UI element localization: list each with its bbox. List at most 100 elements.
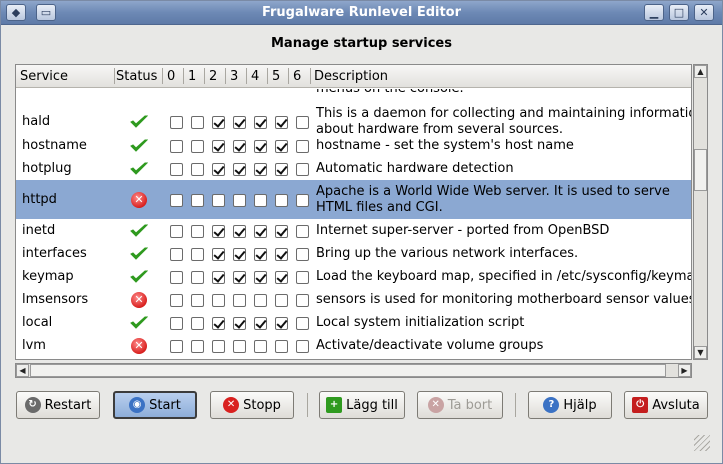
column-header-level-1[interactable]: 1: [188, 69, 196, 84]
runlevel-0-checkbox[interactable]: [170, 248, 183, 261]
runlevel-0-checkbox[interactable]: [170, 271, 183, 284]
help-button[interactable]: ? Hjälp: [528, 391, 612, 419]
runlevel-5-checkbox[interactable]: [275, 225, 288, 238]
service-row-inetd[interactable]: inetd Internet super-server - ported from…: [16, 219, 691, 242]
runlevel-2-checkbox[interactable]: [212, 294, 225, 307]
scroll-right-icon[interactable]: ▶: [678, 364, 691, 377]
runlevel-1-checkbox[interactable]: [191, 340, 204, 353]
resize-grip-icon[interactable]: [694, 435, 710, 451]
runlevel-1-checkbox[interactable]: [191, 248, 204, 261]
runlevel-5-checkbox[interactable]: [275, 340, 288, 353]
runlevel-5-checkbox[interactable]: [275, 248, 288, 261]
scroll-up-icon[interactable]: ▲: [694, 65, 707, 78]
runlevel-2-checkbox[interactable]: [212, 194, 225, 207]
column-header-service[interactable]: Service: [20, 69, 68, 84]
runlevel-3-checkbox[interactable]: [233, 116, 246, 129]
service-row-lvm[interactable]: lvm ✕ Activate/deactivate volume groups: [16, 334, 691, 357]
runlevel-4-checkbox[interactable]: [254, 163, 267, 176]
restart-button[interactable]: ↻ Restart: [16, 391, 100, 419]
stop-button[interactable]: ✕ Stopp: [210, 391, 294, 419]
column-header-level-4[interactable]: 4: [251, 69, 259, 84]
runlevel-1-checkbox[interactable]: [191, 294, 204, 307]
runlevel-4-checkbox[interactable]: [254, 271, 267, 284]
column-header-level-0[interactable]: 0: [167, 69, 175, 84]
runlevel-1-checkbox[interactable]: [191, 225, 204, 238]
runlevel-6-checkbox[interactable]: [296, 163, 309, 176]
maximize-icon[interactable]: □: [669, 4, 689, 21]
runlevel-2-checkbox[interactable]: [212, 163, 225, 176]
runlevel-1-checkbox[interactable]: [191, 194, 204, 207]
runlevel-0-checkbox[interactable]: [170, 340, 183, 353]
runlevel-6-checkbox[interactable]: [296, 294, 309, 307]
quit-button[interactable]: ⏻ Avsluta: [624, 391, 708, 419]
service-row-keymap[interactable]: keymap Load the keyboard map, specified i…: [16, 265, 691, 288]
runlevel-1-checkbox[interactable]: [191, 116, 204, 129]
runlevel-1-checkbox[interactable]: [191, 317, 204, 330]
runlevel-6-checkbox[interactable]: [296, 140, 309, 153]
column-header-level-5[interactable]: 5: [272, 69, 280, 84]
runlevel-6-checkbox[interactable]: [296, 116, 309, 129]
runlevel-2-checkbox[interactable]: [212, 271, 225, 284]
runlevel-0-checkbox[interactable]: [170, 225, 183, 238]
runlevel-3-checkbox[interactable]: [233, 248, 246, 261]
horizontal-scrollbar[interactable]: ◀ ▶: [15, 363, 692, 378]
column-header-level-3[interactable]: 3: [230, 69, 238, 84]
runlevel-0-checkbox[interactable]: [170, 116, 183, 129]
runlevel-1-checkbox[interactable]: [191, 163, 204, 176]
runlevel-6-checkbox[interactable]: [296, 271, 309, 284]
runlevel-1-checkbox[interactable]: [191, 271, 204, 284]
scroll-left-icon[interactable]: ◀: [16, 364, 29, 377]
service-row-hostname[interactable]: hostname hostname - set the system's host…: [16, 134, 691, 157]
scroll-down-icon[interactable]: ▼: [694, 346, 707, 359]
runlevel-3-checkbox[interactable]: [233, 225, 246, 238]
runlevel-5-checkbox[interactable]: [275, 317, 288, 330]
runlevel-3-checkbox[interactable]: [233, 163, 246, 176]
column-header-level-6[interactable]: 6: [293, 69, 301, 84]
runlevel-5-checkbox[interactable]: [275, 116, 288, 129]
runlevel-0-checkbox[interactable]: [170, 140, 183, 153]
runlevel-6-checkbox[interactable]: [296, 248, 309, 261]
horizontal-scroll-thumb[interactable]: [30, 364, 666, 377]
runlevel-6-checkbox[interactable]: [296, 194, 309, 207]
service-row-hotplug[interactable]: hotplug Automatic hardware detection: [16, 157, 691, 180]
runlevel-4-checkbox[interactable]: [254, 294, 267, 307]
service-row-interfaces[interactable]: interfaces Bring up the various network i…: [16, 242, 691, 265]
column-header-level-2[interactable]: 2: [209, 69, 217, 84]
runlevel-2-checkbox[interactable]: [212, 225, 225, 238]
vertical-scrollbar[interactable]: ▲ ▼: [693, 64, 708, 360]
runlevel-3-checkbox[interactable]: [233, 194, 246, 207]
column-header-description[interactable]: Description: [314, 69, 388, 84]
runlevel-4-checkbox[interactable]: [254, 116, 267, 129]
remove-button[interactable]: ✕ Ta bort: [417, 391, 503, 419]
runlevel-1-checkbox[interactable]: [191, 140, 204, 153]
runlevel-0-checkbox[interactable]: [170, 194, 183, 207]
runlevel-6-checkbox[interactable]: [296, 340, 309, 353]
runlevel-5-checkbox[interactable]: [275, 271, 288, 284]
runlevel-0-checkbox[interactable]: [170, 317, 183, 330]
runlevel-0-checkbox[interactable]: [170, 163, 183, 176]
close-icon[interactable]: ✕: [694, 4, 714, 21]
runlevel-3-checkbox[interactable]: [233, 140, 246, 153]
runlevel-2-checkbox[interactable]: [212, 248, 225, 261]
runlevel-4-checkbox[interactable]: [254, 317, 267, 330]
runlevel-5-checkbox[interactable]: [275, 194, 288, 207]
runlevel-5-checkbox[interactable]: [275, 140, 288, 153]
runlevel-2-checkbox[interactable]: [212, 116, 225, 129]
column-header-status[interactable]: Status: [116, 69, 157, 84]
runlevel-3-checkbox[interactable]: [233, 317, 246, 330]
runlevel-4-checkbox[interactable]: [254, 225, 267, 238]
runlevel-2-checkbox[interactable]: [212, 317, 225, 330]
runlevel-4-checkbox[interactable]: [254, 340, 267, 353]
service-row-local[interactable]: local Local system initialization script: [16, 311, 691, 334]
service-row-httpd[interactable]: httpd ✕ Apache is a World Wide Web server.…: [16, 180, 691, 219]
runlevel-5-checkbox[interactable]: [275, 163, 288, 176]
runlevel-4-checkbox[interactable]: [254, 248, 267, 261]
runlevel-5-checkbox[interactable]: [275, 294, 288, 307]
start-button[interactable]: ◉ Start: [113, 391, 197, 419]
runlevel-6-checkbox[interactable]: [296, 225, 309, 238]
title-bar[interactable]: ◆ ▭ Frugalware Runlevel Editor ▁ □ ✕: [1, 1, 722, 25]
runlevel-4-checkbox[interactable]: [254, 194, 267, 207]
service-row-lmsensors[interactable]: lmsensors ✕ sensors is used for monitoring…: [16, 288, 691, 311]
runlevel-3-checkbox[interactable]: [233, 294, 246, 307]
add-button[interactable]: + Lägg till: [319, 391, 405, 419]
